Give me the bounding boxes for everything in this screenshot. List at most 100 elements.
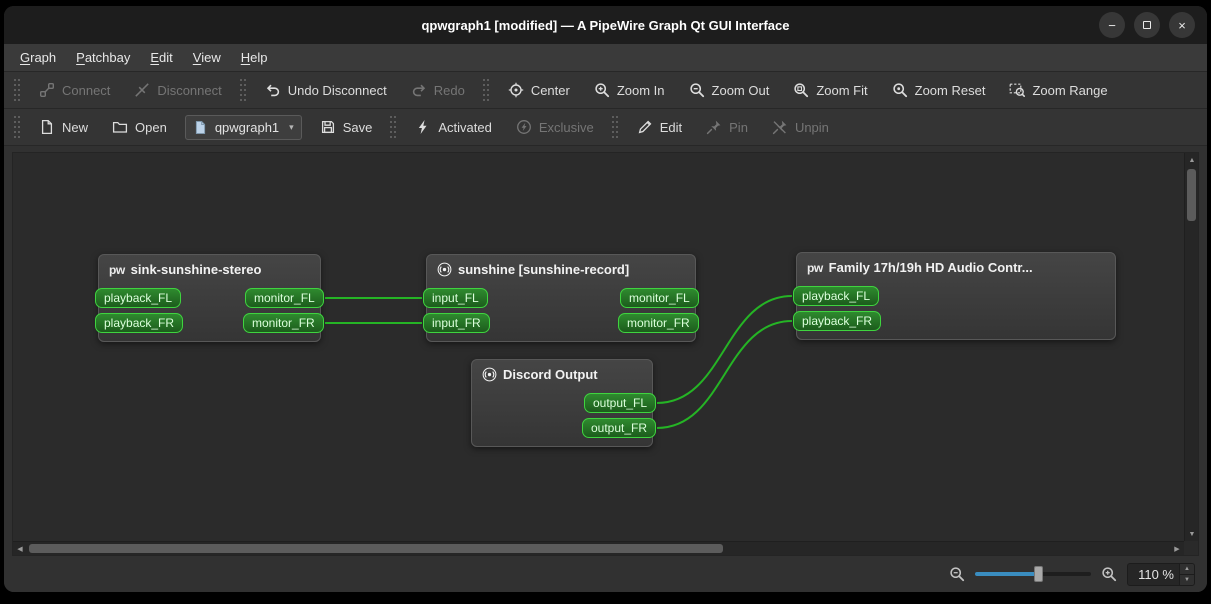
- scroll-left-button[interactable]: ◀: [13, 542, 27, 556]
- close-button[interactable]: ×: [1169, 12, 1195, 38]
- scroll-down-button[interactable]: ▼: [1185, 527, 1199, 541]
- activated-button[interactable]: Activated: [405, 113, 501, 141]
- new-button[interactable]: New: [29, 113, 98, 141]
- center-button[interactable]: Center: [498, 76, 580, 104]
- save-button-label: Save: [342, 119, 373, 135]
- node-title: sunshine [sunshine-record]: [427, 255, 695, 284]
- toolbar-handle[interactable]: [389, 116, 399, 138]
- undo-icon: [265, 82, 281, 98]
- vertical-scrollbar[interactable]: ▲ ▼: [1184, 153, 1198, 541]
- menu-bar: Graph Patchbay Edit View Help: [4, 44, 1207, 72]
- port-discord-output-output_FL[interactable]: output_FL: [584, 393, 657, 413]
- spin-down-button[interactable]: ▼: [1180, 574, 1194, 585]
- horizontal-scrollbar[interactable]: ◀ ▶: [13, 541, 1184, 555]
- maximize-button[interactable]: [1134, 12, 1160, 38]
- edit-button[interactable]: Edit: [627, 113, 692, 141]
- port-family-17h-19h-hd-audio-contr-playback_FR[interactable]: playback_FR: [793, 311, 882, 331]
- vertical-scroll-handle[interactable]: [1187, 169, 1196, 221]
- zoom-range-button[interactable]: Zoom Range: [999, 76, 1117, 104]
- pin-button[interactable]: Pin: [696, 113, 758, 141]
- toolbar-handle[interactable]: [238, 79, 248, 101]
- toolbar-handle[interactable]: [13, 116, 22, 138]
- toolbar-handle[interactable]: [610, 116, 620, 138]
- menu-view[interactable]: View: [183, 44, 231, 71]
- new-button-label: New: [62, 119, 89, 135]
- port-sink-sunshine-stereo-monitor_FR[interactable]: monitor_FR: [243, 313, 324, 333]
- close-icon: ×: [1178, 17, 1186, 33]
- scroll-up-button[interactable]: ▲: [1185, 153, 1199, 167]
- toolbar-handle[interactable]: [481, 79, 491, 101]
- title-bar[interactable]: qpwgraph1 [modified] — A PipeWire Graph …: [4, 6, 1207, 44]
- zoom-reset-icon: [892, 82, 908, 98]
- activated-button-label: Activated: [438, 119, 492, 135]
- zoom-range-icon: [1009, 82, 1026, 98]
- port-sunshine-sunshine-record-monitor_FL[interactable]: monitor_FL: [620, 288, 699, 308]
- save-button[interactable]: Save: [310, 113, 383, 141]
- zoom-in-button-label: Zoom In: [616, 82, 665, 98]
- zoom-fit-button[interactable]: Zoom Fit: [783, 76, 877, 104]
- port-sunshine-sunshine-record-monitor_FR[interactable]: monitor_FR: [618, 313, 699, 333]
- disconnect-button[interactable]: Disconnect: [124, 76, 231, 104]
- unpin-button[interactable]: Unpin: [762, 113, 839, 141]
- zoom-fit-button-label: Zoom Fit: [816, 82, 868, 98]
- node-title: pw sink-sunshine-stereo: [109, 262, 262, 277]
- port-sunshine-sunshine-record-input_FR[interactable]: input_FR: [423, 313, 490, 333]
- port-discord-output-output_FR[interactable]: output_FR: [582, 418, 657, 438]
- port-family-17h-19h-hd-audio-contr-playback_FL[interactable]: playback_FL: [793, 286, 880, 306]
- menu-edit[interactable]: Edit: [140, 44, 182, 71]
- center-icon: [508, 82, 524, 98]
- graph-view: pw sink-sunshine-stereo playback_FL playbac…: [12, 152, 1199, 556]
- port-sink-sunshine-stereo-playback_FR[interactable]: playback_FR: [95, 313, 184, 333]
- record-icon: [482, 367, 497, 382]
- zoom-out-button[interactable]: Zoom Out: [679, 76, 780, 104]
- graph-canvas[interactable]: pw sink-sunshine-stereo playback_FL playbac…: [13, 153, 1184, 541]
- menu-patchbay[interactable]: Patchbay: [66, 44, 140, 71]
- connect-button-label: Connect: [62, 82, 111, 98]
- center-button-label: Center: [530, 82, 570, 98]
- combo-value: qpwgraph1: [214, 119, 280, 135]
- undo-disconnect-button[interactable]: Undo Disconnect: [255, 76, 397, 104]
- window-title: qpwgraph1 [modified] — A PipeWire Graph …: [421, 17, 790, 33]
- port-sunshine-sunshine-record-input_FL[interactable]: input_FL: [423, 288, 488, 308]
- toolbar-handle[interactable]: [13, 79, 22, 101]
- zoom-in-button[interactable]: Zoom In: [584, 76, 675, 104]
- zoom-value: 110 %: [1138, 566, 1174, 582]
- edges-layer: [325, 295, 793, 429]
- exclusive-icon: [516, 119, 532, 135]
- zoom-out-icon[interactable]: [949, 566, 965, 582]
- port-sink-sunshine-stereo-monitor_FL[interactable]: monitor_FL: [245, 288, 324, 308]
- menu-help[interactable]: Help: [231, 44, 278, 71]
- edit-button-label: Edit: [659, 119, 683, 135]
- patchbay-combo[interactable]: qpwgraph1 ▾: [184, 114, 302, 140]
- minimize-button[interactable]: −: [1099, 12, 1125, 38]
- spin-up-button[interactable]: ▲: [1180, 563, 1194, 575]
- chevron-down-icon: ▾: [289, 121, 294, 132]
- zoom-slider[interactable]: [975, 565, 1091, 583]
- zoom-fit-icon: [793, 82, 809, 98]
- zoom-slider-fill: [975, 572, 1039, 576]
- status-bar: 110 % ▲ ▼: [4, 556, 1207, 592]
- zoom-reset-button[interactable]: Zoom Reset: [882, 76, 996, 104]
- zoom-range-button-label: Zoom Range: [1032, 82, 1108, 98]
- zoom-in-icon[interactable]: [1101, 566, 1117, 582]
- open-button[interactable]: Open: [102, 113, 177, 141]
- open-button-label: Open: [135, 119, 167, 135]
- scrollbar-corner: [1184, 541, 1198, 555]
- zoom-spinbox[interactable]: 110 % ▲ ▼: [1127, 562, 1195, 586]
- exclusive-button[interactable]: Exclusive: [506, 113, 604, 141]
- redo-button[interactable]: Redo: [401, 76, 475, 104]
- port-sink-sunshine-stereo-playback_FL[interactable]: playback_FL: [95, 288, 182, 308]
- horizontal-scroll-handle[interactable]: [29, 544, 723, 553]
- menu-graph[interactable]: Graph: [10, 44, 66, 71]
- zoom-slider-handle[interactable]: [1033, 566, 1043, 582]
- pw-icon: pw: [807, 260, 823, 275]
- zoom-out-button-label: Zoom Out: [711, 82, 770, 98]
- pin-icon: [706, 119, 722, 135]
- connect-icon: [39, 82, 55, 98]
- disconnect-icon: [134, 82, 150, 98]
- zoom-reset-button-label: Zoom Reset: [914, 82, 986, 98]
- scroll-right-button[interactable]: ▶: [1170, 542, 1184, 556]
- pin-button-label: Pin: [729, 119, 748, 135]
- connect-button[interactable]: Connect: [29, 76, 120, 104]
- edit-icon: [637, 119, 653, 135]
